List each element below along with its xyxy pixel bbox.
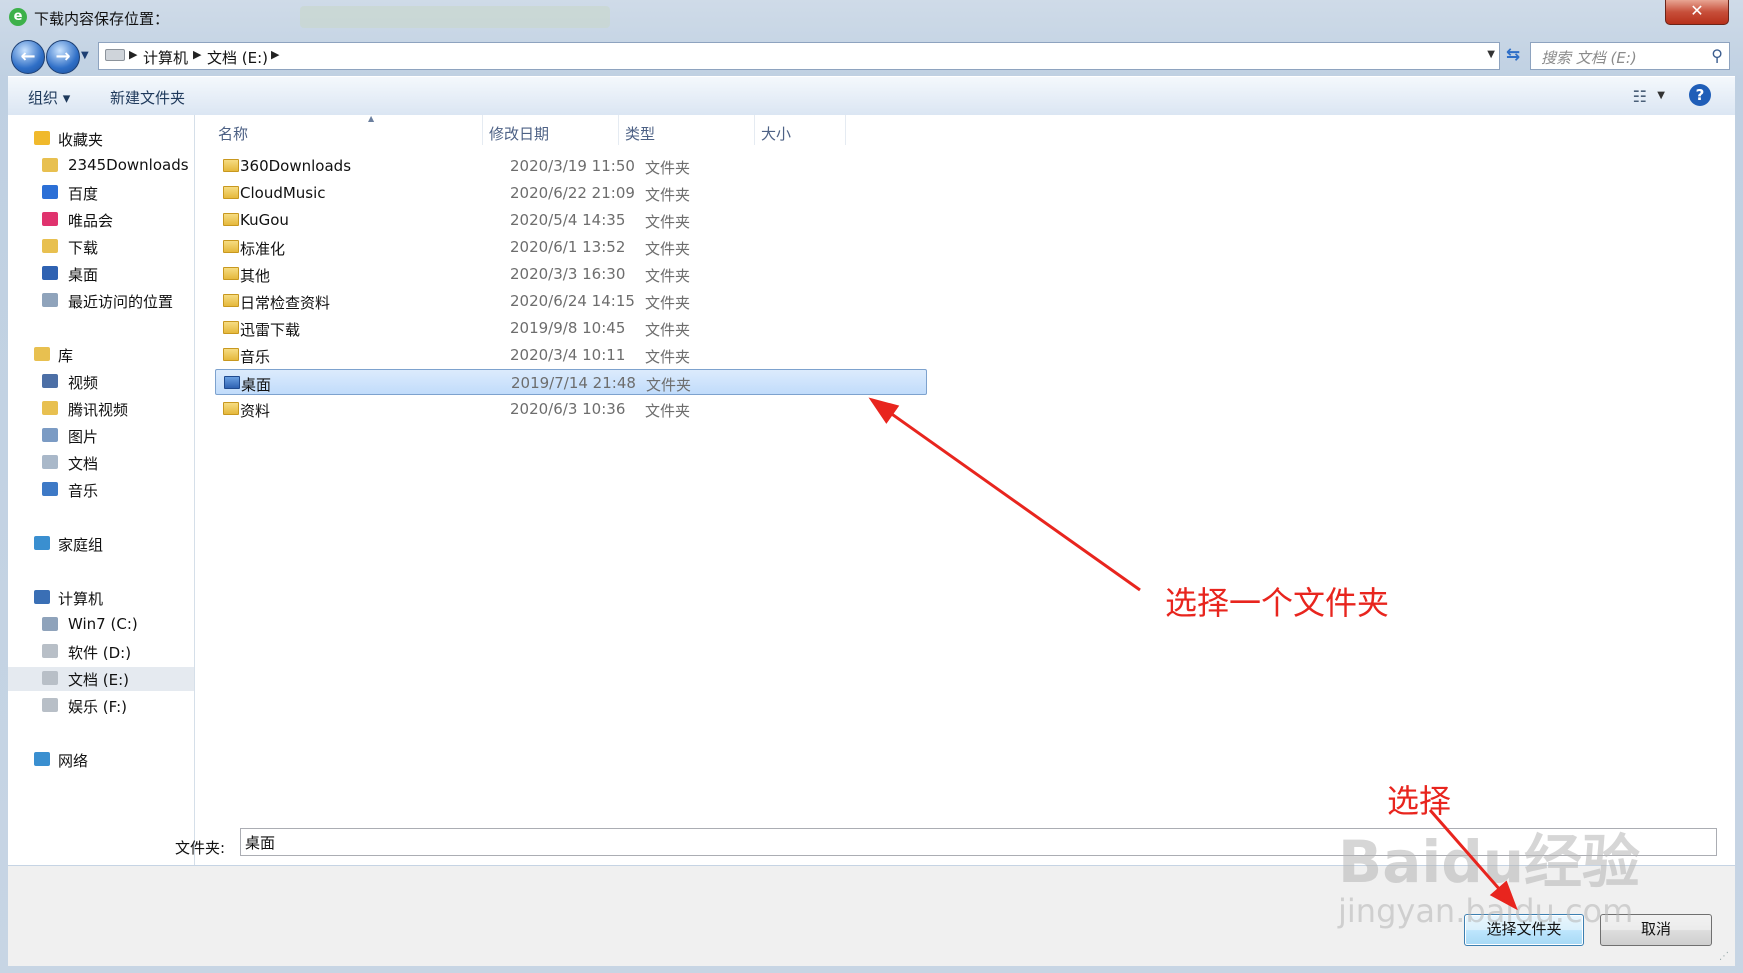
arrow-to-selected-folder-head <box>868 397 900 424</box>
arrow-to-selected-folder-line <box>871 398 1141 592</box>
annotation-select-folder: 选择一个文件夹 <box>1165 584 1390 622</box>
file-dialog-window: e 下载内容保存位置： ✕ ← → ▼ ▶ 计算机 ▶ 文档 (E:) ▶ ▼ … <box>0 0 1743 973</box>
annotation-arrows <box>868 397 1518 911</box>
annotation-select: 选择 <box>1387 782 1452 820</box>
